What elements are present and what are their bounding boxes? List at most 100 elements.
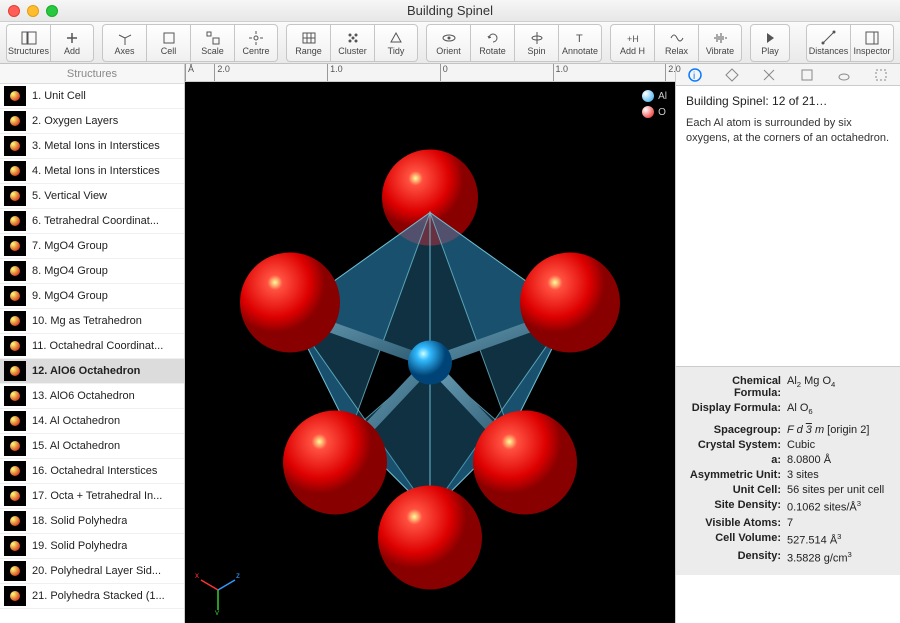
sidebar-item-4[interactable]: 5. Vertical View — [0, 184, 184, 209]
sidebar-item-15[interactable]: 16. Octahedral Interstices — [0, 459, 184, 484]
thumbnail-icon — [4, 561, 26, 581]
legend-color-icon — [642, 106, 654, 118]
svg-text:x: x — [195, 571, 199, 580]
overlay-tab-icon[interactable] — [758, 66, 780, 84]
sidebar-item-8[interactable]: 9. MgO4 Group — [0, 284, 184, 309]
viewport-3d[interactable]: AlO — [185, 82, 675, 623]
info-tab-icon[interactable]: i — [684, 66, 706, 84]
thumbnail-icon — [4, 486, 26, 506]
ruler-tick: Å — [185, 64, 194, 81]
sidebar-item-label: 16. Octahedral Interstices — [32, 465, 157, 477]
crystal-system: Cubic — [787, 439, 894, 451]
thumbnail-icon — [4, 461, 26, 481]
cluster-button[interactable]: Cluster — [330, 24, 374, 62]
scale-button[interactable]: Scale — [190, 24, 234, 62]
relax-button[interactable]: Relax — [654, 24, 698, 62]
thumbnail-icon — [4, 536, 26, 556]
axes-button[interactable]: Axes — [102, 24, 146, 62]
orient-button[interactable]: Orient — [426, 24, 470, 62]
sidebar-item-label: 2. Oxygen Layers — [32, 115, 118, 127]
sidebar-item-10[interactable]: 11. Octahedral Coordinat... — [0, 334, 184, 359]
sidebar-item-0[interactable]: 1. Unit Cell — [0, 84, 184, 109]
sidebar-item-6[interactable]: 7. MgO4 Group — [0, 234, 184, 259]
ruler-tick: 2.0 — [214, 64, 230, 81]
sidebar-item-5[interactable]: 6. Tetrahedral Coordinat... — [0, 209, 184, 234]
sidebar-item-label: 7. MgO4 Group — [32, 240, 108, 252]
svg-text:i: i — [693, 71, 695, 82]
unit-cell: 56 sites per unit cell — [787, 484, 894, 496]
lattice-a: 8.0800 Å — [787, 454, 894, 466]
sidebar-item-18[interactable]: 19. Solid Polyhedra — [0, 534, 184, 559]
thumbnail-icon — [4, 286, 26, 306]
add-h-button[interactable]: +HAdd H — [610, 24, 654, 62]
structures-button[interactable]: Structures — [6, 24, 50, 62]
thumbnail-icon — [4, 311, 26, 331]
sidebar-item-14[interactable]: 15. Al Octahedron — [0, 434, 184, 459]
sidebar-item-19[interactable]: 20. Polyhedral Layer Sid... — [0, 559, 184, 584]
sidebar-item-label: 9. MgO4 Group — [32, 290, 108, 302]
axes-widget: x y z — [193, 565, 243, 615]
cell-volume: 527.514 Å3 — [787, 532, 894, 547]
sidebar-item-13[interactable]: 14. Al Octahedron — [0, 409, 184, 434]
density: 3.5828 g/cm3 — [787, 550, 894, 565]
thumbnail-icon — [4, 586, 26, 606]
thumbnail-icon — [4, 236, 26, 256]
thumbnail-icon — [4, 86, 26, 106]
centre-button[interactable]: Centre — [234, 24, 278, 62]
thumbnail-icon — [4, 136, 26, 156]
sidebar-item-label: 14. Al Octahedron — [32, 415, 120, 427]
polyhedron-tab-icon[interactable] — [721, 66, 743, 84]
sidebar-item-label: 11. Octahedral Coordinat... — [32, 340, 163, 352]
sidebar-item-16[interactable]: 17. Octa + Tetrahedral In... — [0, 484, 184, 509]
thumbnail-icon — [4, 511, 26, 531]
sidebar-item-label: 6. Tetrahedral Coordinat... — [32, 215, 159, 227]
add-button[interactable]: Add — [50, 24, 94, 62]
sidebar-item-20[interactable]: 21. Polyhedra Stacked (1... — [0, 584, 184, 609]
sidebar-item-9[interactable]: 10. Mg as Tetrahedron — [0, 309, 184, 334]
annotate-button[interactable]: TAnnotate — [558, 24, 602, 62]
info-pane: Building Spinel: 12 of 21… Each Al atom … — [676, 86, 900, 366]
svg-text:z: z — [236, 571, 240, 580]
thumbnail-icon — [4, 386, 26, 406]
sidebar: Structures 1. Unit Cell2. Oxygen Layers3… — [0, 64, 185, 623]
range-button[interactable]: Range — [286, 24, 330, 62]
sidebar-item-17[interactable]: 18. Solid Polyhedra — [0, 509, 184, 534]
thumbnail-icon — [4, 336, 26, 356]
thumbnail-icon — [4, 361, 26, 381]
inspector-panel: i Building Spinel: 12 of 21… Each Al ato… — [675, 64, 900, 623]
cloud-tab-icon[interactable] — [833, 66, 855, 84]
inspector-tabs: i — [676, 64, 900, 86]
sidebar-item-12[interactable]: 13. AlO6 Octahedron — [0, 384, 184, 409]
inspector-button[interactable]: Inspector — [850, 24, 894, 62]
cube-tab-icon[interactable] — [796, 66, 818, 84]
sidebar-item-label: 15. Al Octahedron — [32, 440, 120, 452]
titlebar: Building Spinel — [0, 0, 900, 22]
sidebar-item-2[interactable]: 3. Metal Ions in Interstices — [0, 134, 184, 159]
sidebar-item-label: 4. Metal Ions in Interstices — [32, 165, 160, 177]
sidebar-item-1[interactable]: 2. Oxygen Layers — [0, 109, 184, 134]
site-density: 0.1062 sites/Å3 — [787, 499, 894, 514]
sidebar-item-7[interactable]: 8. MgO4 Group — [0, 259, 184, 284]
chemical-formula: Al2 Mg O4 — [787, 375, 894, 399]
sidebar-item-label: 18. Solid Polyhedra — [32, 515, 127, 527]
structure-list[interactable]: 1. Unit Cell 2. Oxygen Layers 3. Metal Ion… — [0, 84, 184, 623]
selection-tab-icon[interactable] — [870, 66, 892, 84]
thumbnail-icon — [4, 211, 26, 231]
asymmetric-unit: 3 sites — [787, 469, 894, 481]
sidebar-item-label: 1. Unit Cell — [32, 90, 86, 102]
sidebar-item-label: 20. Polyhedral Layer Sid... — [32, 565, 161, 577]
rotate-button[interactable]: Rotate — [470, 24, 514, 62]
spin-button[interactable]: Spin — [514, 24, 558, 62]
play-button[interactable]: Play — [750, 24, 790, 62]
sidebar-item-11[interactable]: 12. AlO6 Octahedron — [0, 359, 184, 384]
ruler-tick: 0 — [440, 64, 448, 81]
sidebar-item-label: 8. MgO4 Group — [32, 265, 108, 277]
vibrate-button[interactable]: Vibrate — [698, 24, 742, 62]
ruler: Å2.01.001.02.0 — [185, 64, 675, 82]
distances-button[interactable]: Distances — [806, 24, 850, 62]
legend-color-icon — [642, 90, 654, 102]
tidy-button[interactable]: Tidy — [374, 24, 418, 62]
cell-button[interactable]: Cell — [146, 24, 190, 62]
thumbnail-icon — [4, 111, 26, 131]
sidebar-item-3[interactable]: 4. Metal Ions in Interstices — [0, 159, 184, 184]
